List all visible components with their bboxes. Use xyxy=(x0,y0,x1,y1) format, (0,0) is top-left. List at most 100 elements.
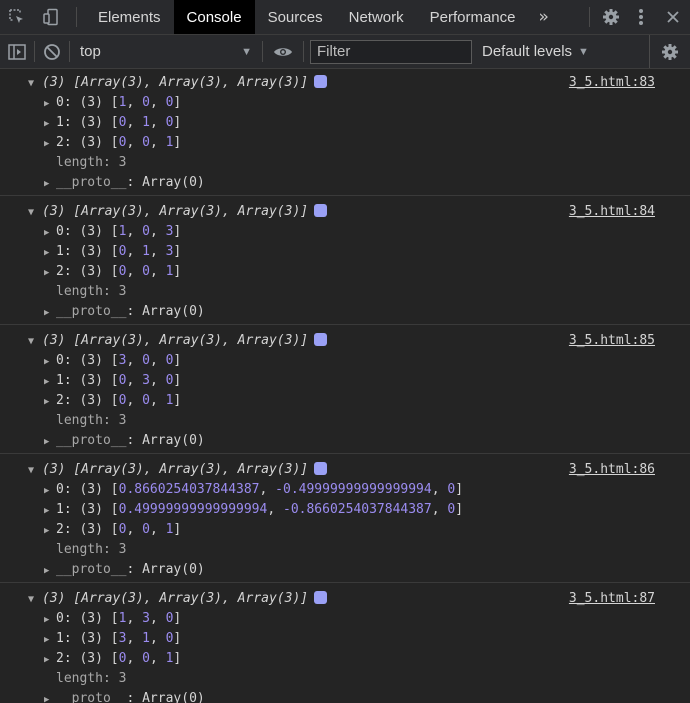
comma-separator: , xyxy=(149,95,166,110)
close-devtools-icon[interactable] xyxy=(656,0,690,34)
proto-property[interactable]: ▶ __proto__: Array(0) xyxy=(0,173,690,193)
array-entry[interactable]: ▶ 2: (3) [0, 0, 1] xyxy=(0,649,690,669)
source-link[interactable]: 3_5.html:86 xyxy=(569,460,655,480)
tab-elements[interactable]: Elements xyxy=(85,0,174,34)
tab-network[interactable]: Network xyxy=(336,0,417,34)
collapsed-triangle-icon[interactable]: ▶ xyxy=(44,263,56,283)
collapsed-triangle-icon[interactable]: ▶ xyxy=(44,432,56,452)
number-value: -0.8660254037844387 xyxy=(283,502,432,517)
inspect-element-icon[interactable] xyxy=(0,0,34,34)
settings-gear-icon[interactable] xyxy=(596,0,626,34)
collapsed-triangle-icon[interactable]: ▶ xyxy=(44,223,56,243)
array-entry[interactable]: ▶ 1: (3) [0, 1, 0] xyxy=(0,113,690,133)
console-message: ▼ (3) [Array(3), Array(3), Array(3)] 3_5.h… xyxy=(0,325,690,454)
device-toolbar-icon[interactable] xyxy=(34,0,68,34)
array-entry[interactable]: ▶ 2: (3) [0, 0, 1] xyxy=(0,520,690,540)
collapsed-triangle-icon[interactable]: ▶ xyxy=(44,561,56,581)
close-bracket: ] xyxy=(173,631,182,646)
length-property: length: 3 xyxy=(56,413,127,428)
array-entry[interactable]: ▶ 1: (3) [0, 3, 0] xyxy=(0,371,690,391)
collapsed-triangle-icon[interactable]: ▶ xyxy=(44,501,56,521)
collapsed-triangle-icon[interactable]: ▶ xyxy=(44,521,56,541)
array-entry[interactable]: ▶ 0: (3) [1, 0, 3] xyxy=(0,222,690,242)
proto-property[interactable]: ▶ __proto__: Array(0) xyxy=(0,431,690,451)
entry-key: 2: (3) xyxy=(56,522,111,537)
source-link[interactable]: 3_5.html:83 xyxy=(569,73,655,93)
clear-console-icon[interactable] xyxy=(35,35,69,68)
collapsed-triangle-icon[interactable]: ▶ xyxy=(44,630,56,650)
source-link[interactable]: 3_5.html:84 xyxy=(569,202,655,222)
number-value: -0.49999999999999994 xyxy=(275,482,432,497)
array-entry[interactable]: ▶ 0: (3) [1, 0, 0] xyxy=(0,93,690,113)
expand-triangle-icon[interactable]: ▼ xyxy=(28,461,42,481)
collapsed-triangle-icon[interactable]: ▶ xyxy=(44,114,56,134)
collapsed-triangle-icon[interactable]: ▶ xyxy=(44,352,56,372)
info-badge-icon[interactable] xyxy=(314,591,328,604)
info-badge-icon[interactable] xyxy=(314,204,328,217)
array-summary-row[interactable]: ▼ (3) [Array(3), Array(3), Array(3)] 3_5.h… xyxy=(0,73,690,93)
expand-triangle-icon[interactable]: ▼ xyxy=(28,203,42,223)
proto-property[interactable]: ▶ __proto__: Array(0) xyxy=(0,560,690,580)
collapsed-triangle-icon[interactable]: ▶ xyxy=(44,372,56,392)
info-badge-icon[interactable] xyxy=(314,333,328,346)
comma-separator: , xyxy=(126,522,143,537)
log-levels-dropdown[interactable]: Default levels ▼ xyxy=(482,43,589,60)
proto-property[interactable]: ▶ __proto__: Array(0) xyxy=(0,689,690,703)
array-entry[interactable]: ▶ 0: (3) [0.8660254037844387, -0.49999999… xyxy=(0,480,690,500)
source-link[interactable]: 3_5.html:85 xyxy=(569,331,655,351)
show-sidebar-icon[interactable] xyxy=(0,35,34,68)
array-entry[interactable]: ▶ 2: (3) [0, 0, 1] xyxy=(0,391,690,411)
expand-triangle-icon[interactable]: ▼ xyxy=(28,74,42,94)
info-badge-icon[interactable] xyxy=(314,75,328,88)
close-bracket: ] xyxy=(173,353,182,368)
tab-console[interactable]: Console xyxy=(173,0,255,34)
info-badge-icon[interactable] xyxy=(314,462,328,475)
comma-separator: , xyxy=(126,651,143,666)
collapsed-triangle-icon[interactable]: ▶ xyxy=(44,610,56,630)
more-options-kebab-icon[interactable] xyxy=(626,0,656,34)
tab-performance[interactable]: Performance xyxy=(417,0,529,34)
collapsed-triangle-icon[interactable]: ▶ xyxy=(44,392,56,412)
comma-separator: , xyxy=(149,353,166,368)
array-summary-row[interactable]: ▼ (3) [Array(3), Array(3), Array(3)] 3_5.h… xyxy=(0,331,690,351)
collapsed-triangle-icon[interactable]: ▶ xyxy=(44,690,56,703)
close-bracket: ] xyxy=(173,135,182,150)
collapsed-triangle-icon[interactable]: ▶ xyxy=(44,243,56,263)
length-property: length: 3 xyxy=(56,155,127,170)
array-entry[interactable]: ▶ 1: (3) [0, 1, 3] xyxy=(0,242,690,262)
array-summary-row[interactable]: ▼ (3) [Array(3), Array(3), Array(3)] 3_5.h… xyxy=(0,460,690,480)
collapsed-triangle-icon[interactable]: ▶ xyxy=(44,94,56,114)
proto-property[interactable]: ▶ __proto__: Array(0) xyxy=(0,302,690,322)
number-value: 0.49999999999999994 xyxy=(118,502,268,517)
live-expression-eye-icon[interactable] xyxy=(263,35,303,68)
expand-triangle-icon[interactable]: ▼ xyxy=(28,590,42,610)
open-bracket: [ xyxy=(110,522,119,537)
comma-separator: , xyxy=(126,135,143,150)
array-entry[interactable]: ▶ 0: (3) [1, 3, 0] xyxy=(0,609,690,629)
tab-sources[interactable]: Sources xyxy=(255,0,336,34)
source-link[interactable]: 3_5.html:87 xyxy=(569,589,655,609)
expand-triangle-icon[interactable]: ▼ xyxy=(28,332,42,352)
comma-separator: , xyxy=(126,393,143,408)
collapsed-triangle-icon[interactable]: ▶ xyxy=(44,134,56,154)
collapsed-triangle-icon[interactable]: ▶ xyxy=(44,303,56,323)
open-bracket: [ xyxy=(110,651,119,666)
entry-key: 1: (3) xyxy=(56,502,111,517)
execution-context-select[interactable]: top ▼ xyxy=(70,43,262,60)
collapsed-triangle-icon[interactable]: ▶ xyxy=(44,650,56,670)
console-settings-gear-icon[interactable] xyxy=(649,35,690,68)
proto-key: __proto__ xyxy=(56,175,127,190)
array-entry[interactable]: ▶ 0: (3) [3, 0, 0] xyxy=(0,351,690,371)
collapsed-triangle-icon[interactable]: ▶ xyxy=(44,481,56,501)
array-entry[interactable]: ▶ 1: (3) [3, 1, 0] xyxy=(0,629,690,649)
array-entry[interactable]: ▶ 2: (3) [0, 0, 1] xyxy=(0,262,690,282)
array-entry[interactable]: ▶ 2: (3) [0, 0, 1] xyxy=(0,133,690,153)
array-entry[interactable]: ▶ 1: (3) [0.49999999999999994, -0.8660254… xyxy=(0,500,690,520)
number-value: 1 xyxy=(142,115,150,130)
collapsed-triangle-icon[interactable]: ▶ xyxy=(44,174,56,194)
more-tabs-button[interactable]: » xyxy=(529,0,559,34)
open-bracket: [ xyxy=(110,95,119,110)
filter-input[interactable] xyxy=(310,39,472,64)
array-summary-row[interactable]: ▼ (3) [Array(3), Array(3), Array(3)] 3_5.h… xyxy=(0,202,690,222)
array-summary-row[interactable]: ▼ (3) [Array(3), Array(3), Array(3)] 3_5.h… xyxy=(0,589,690,609)
